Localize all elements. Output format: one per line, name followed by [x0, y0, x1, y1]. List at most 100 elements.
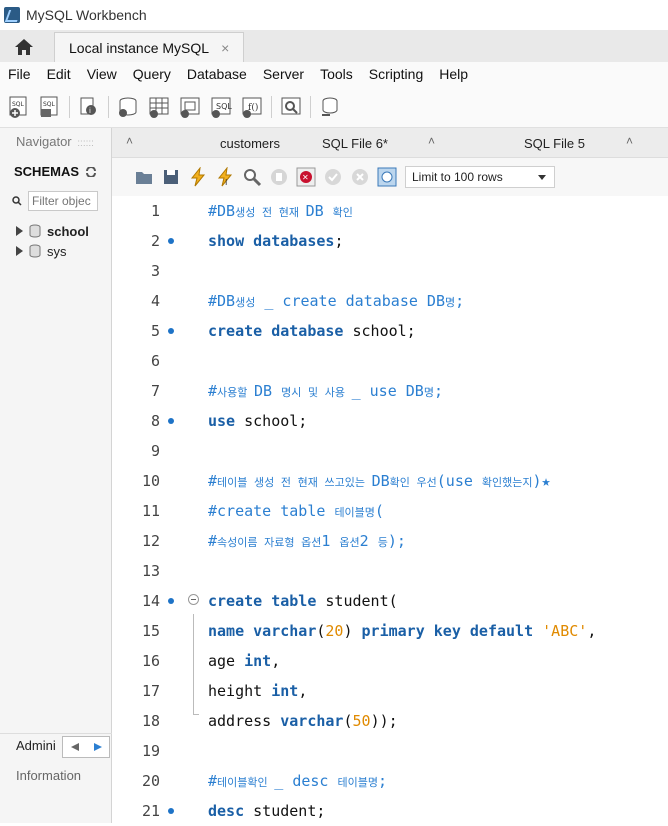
tab-dropdown-icon[interactable]: ˄	[126, 134, 133, 148]
close-icon[interactable]: ×	[221, 40, 229, 56]
code-token: ,	[587, 622, 597, 640]
refresh-icon[interactable]	[85, 166, 97, 178]
menu-view[interactable]: View	[87, 66, 117, 82]
limit-rows-value: Limit to 100 rows	[412, 170, 503, 184]
toolbar-separator	[69, 95, 70, 118]
code-text: #테이블 생성 전 현재 쓰고있는 DB확인 우선(use 확인했는지)★	[208, 466, 551, 498]
create-function-icon: f()	[242, 97, 262, 118]
open-sql-script-button[interactable]: SQL	[38, 95, 62, 119]
code-line[interactable]: 16 age int,	[112, 646, 668, 676]
menu-tools[interactable]: Tools	[320, 66, 353, 82]
code-line[interactable]: 15 name varchar(20) primary key default '…	[112, 616, 668, 646]
auto-commit-button[interactable]	[377, 167, 397, 187]
commit-button[interactable]	[323, 167, 343, 187]
code-line[interactable]: 9	[112, 436, 668, 466]
tab-dropdown-icon[interactable]: ˄	[626, 134, 633, 148]
menu-file[interactable]: File	[8, 66, 31, 82]
code-line[interactable]: 7 #사용할 DB 명시 및 사용 _ use DB명;	[112, 376, 668, 406]
menu-help[interactable]: Help	[439, 66, 468, 82]
stop-button[interactable]	[269, 167, 289, 187]
code-token: ,	[298, 682, 308, 700]
grip-icon[interactable]: ::::::	[77, 138, 94, 149]
rollback-icon	[352, 169, 368, 185]
save-button[interactable]	[161, 167, 181, 187]
create-schema-button[interactable]	[116, 95, 140, 119]
code-line[interactable]: 20 #테이블확인 _ desc 테이블명;	[112, 766, 668, 796]
new-sql-tab-button[interactable]: SQL	[7, 95, 31, 119]
execute-button[interactable]	[188, 166, 208, 187]
toggle-error-continue-button[interactable]: ✕	[296, 167, 316, 187]
code-line[interactable]: 21 desc student;	[112, 796, 668, 826]
schema-item-sys[interactable]: sys	[16, 242, 67, 260]
execute-current-button[interactable]: I	[215, 166, 235, 187]
menu-scripting[interactable]: Scripting	[369, 66, 423, 82]
information-title: Information	[16, 768, 82, 783]
create-view-button[interactable]	[178, 95, 202, 119]
code-line[interactable]: 6	[112, 346, 668, 376]
code-line[interactable]: 2 show databases;	[112, 226, 668, 256]
code-line[interactable]: 1 #DB생성 전 현재 DB 확인	[112, 196, 668, 226]
code-line[interactable]: 19	[112, 736, 668, 766]
code-line[interactable]: 3	[112, 256, 668, 286]
code-line[interactable]: 12 #속성이름 자료형 옵션1 옵션2 등);	[112, 526, 668, 556]
code-line[interactable]: 10 #테이블 생성 전 현재 쓰고있는 DB확인 우선(use 확인했는지)★	[112, 466, 668, 496]
administration-tab[interactable]: Admini	[16, 738, 56, 753]
tab-sql-file-5[interactable]: SQL File 5	[524, 136, 585, 151]
reconnect-button[interactable]	[318, 95, 342, 119]
menu-edit[interactable]: Edit	[47, 66, 71, 82]
create-procedure-button[interactable]: SQL	[209, 95, 233, 119]
create-function-button[interactable]: f()	[240, 95, 264, 119]
search-table-data-button[interactable]	[279, 95, 303, 119]
code-line[interactable]: 18 address varchar(50));	[112, 706, 668, 736]
code-line[interactable]: 17 height int,	[112, 676, 668, 706]
code-token: (	[374, 502, 384, 520]
menu-database[interactable]: Database	[187, 66, 247, 82]
expand-arrow-icon[interactable]	[16, 246, 23, 256]
search-data-icon	[281, 97, 301, 114]
code-token: (use	[436, 472, 482, 490]
code-line[interactable]: 8 use school;	[112, 406, 668, 436]
sql-code-editor[interactable]: 1 #DB생성 전 현재 DB 확인 2 show databases; 3 4 #DB생성…	[112, 196, 668, 823]
code-line[interactable]: 13	[112, 556, 668, 586]
menu-query[interactable]: Query	[133, 66, 171, 82]
rollback-button[interactable]	[350, 167, 370, 187]
connection-tab[interactable]: Local instance MySQL ×	[54, 32, 244, 62]
home-tab[interactable]	[0, 32, 48, 62]
menu-server[interactable]: Server	[263, 66, 304, 82]
fold-toggle-icon[interactable]	[188, 594, 199, 605]
scroll-right-icon[interactable]	[92, 742, 104, 752]
code-token: 명시 및 사용	[281, 386, 352, 399]
code-token: primary key default	[361, 622, 543, 640]
create-schema-icon	[119, 97, 137, 117]
filter-objects-input[interactable]	[28, 191, 98, 211]
code-text: #사용할 DB 명시 및 사용 _ use DB명;	[208, 376, 443, 408]
tab-sql-file-6[interactable]: SQL File 6*	[322, 136, 388, 151]
code-text: age int,	[208, 646, 280, 676]
limit-rows-select[interactable]: Limit to 100 rows	[405, 166, 555, 188]
inspector-button[interactable]: i	[77, 95, 101, 119]
stop-on-error-icon: ✕	[296, 167, 316, 187]
code-token: 테이블확인	[217, 776, 275, 789]
scroll-left-icon[interactable]	[69, 742, 81, 752]
line-number: 6	[150, 352, 160, 370]
svg-text:SQL: SQL	[12, 101, 25, 108]
line-number: 17	[141, 682, 160, 700]
tab-customers[interactable]: customers	[220, 136, 280, 151]
line-number: 1	[150, 202, 160, 220]
code-line[interactable]: 4 #DB생성 _ create database DB명;	[112, 286, 668, 316]
main-toolbar: SQL SQL i SQL f()	[0, 86, 668, 128]
explain-button[interactable]	[242, 167, 262, 187]
expand-arrow-icon[interactable]	[16, 226, 23, 236]
tab-dropdown-icon[interactable]: ˄	[428, 134, 435, 148]
code-token: desc	[208, 802, 254, 820]
create-table-button[interactable]	[147, 95, 171, 119]
schema-item-school[interactable]: school	[16, 222, 89, 240]
line-number: 21	[141, 802, 160, 820]
open-file-button[interactable]	[134, 167, 154, 187]
code-line[interactable]: 11 #create table 테이블명(	[112, 496, 668, 526]
code-line[interactable]: 14 create table student(	[112, 586, 668, 616]
code-token: 'ABC'	[542, 622, 588, 640]
code-token: 테이블명	[334, 506, 375, 519]
line-number: 14	[141, 592, 160, 610]
code-line[interactable]: 5 create database school;	[112, 316, 668, 346]
